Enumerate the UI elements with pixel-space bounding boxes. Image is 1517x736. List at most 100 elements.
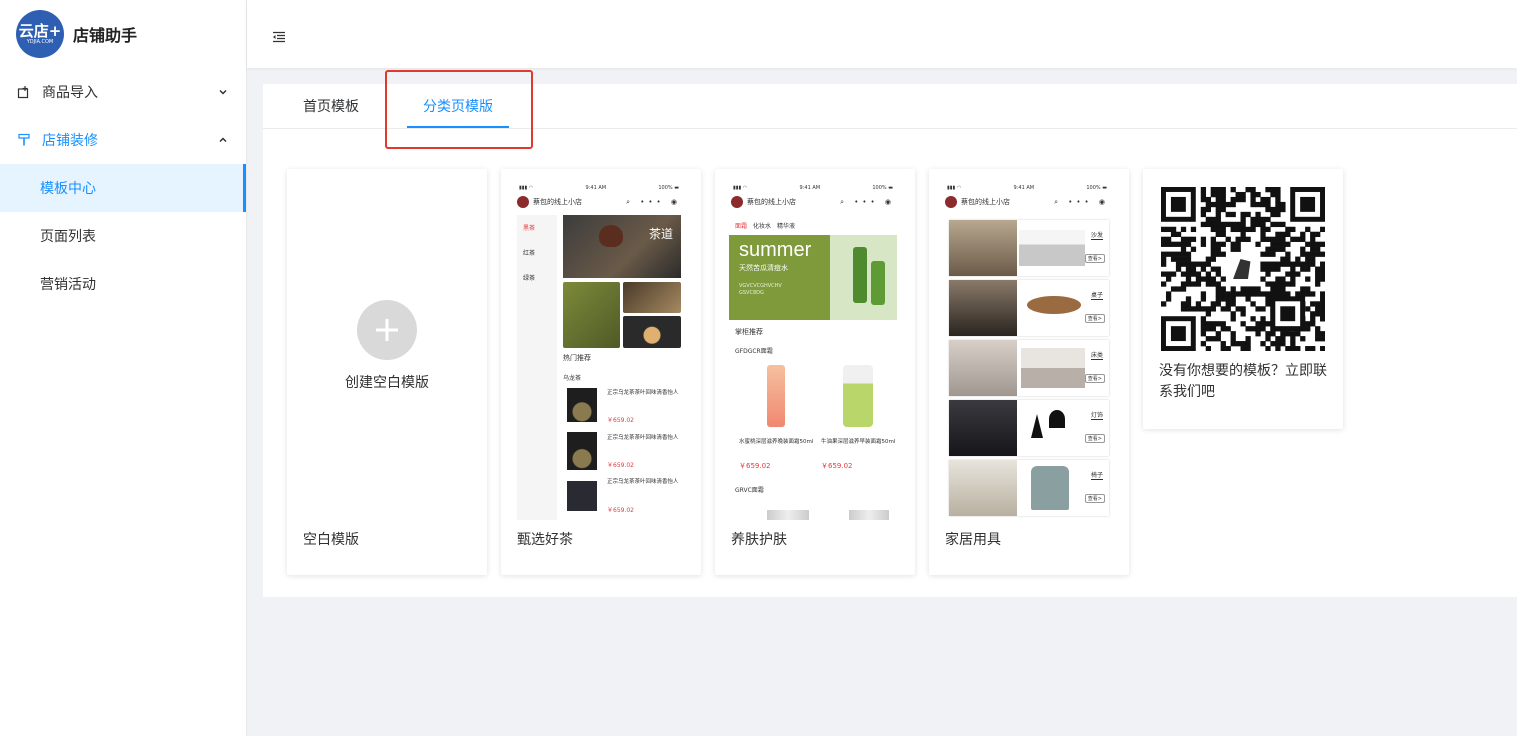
product-price: ￥659.02 bbox=[821, 462, 853, 470]
template-name: 空白模版 bbox=[303, 532, 359, 548]
template-tabs: 首页模板 分类页模版 bbox=[263, 84, 1517, 129]
sidebar-item-marketing[interactable]: 营销活动 bbox=[0, 260, 246, 308]
tea-banner: 茶道 bbox=[563, 215, 681, 278]
category-item: 红茶 bbox=[523, 250, 536, 257]
sidebar-item-template-center[interactable]: 模板中心 bbox=[0, 164, 246, 212]
shop-avatar bbox=[945, 196, 957, 208]
banner-subtitle: 天然苦瓜清痘水 bbox=[739, 264, 788, 272]
home-row: 沙发 查看> bbox=[949, 220, 1109, 276]
menu-store-decoration[interactable]: 店铺装修 bbox=[0, 116, 246, 164]
product-title: 水蜜桃深层滋养晚装面霜50ml bbox=[739, 439, 814, 445]
banner-text: 茶道 bbox=[648, 227, 673, 241]
row-label: 椅子 bbox=[1090, 472, 1103, 480]
row-label: 灯饰 bbox=[1090, 412, 1103, 420]
app-name: 店铺助手 bbox=[73, 26, 138, 45]
section-title: 掌柜推荐 bbox=[735, 328, 763, 336]
status-time: 9:41 AM bbox=[799, 185, 821, 191]
section-title: 热门推荐 bbox=[563, 354, 591, 362]
furniture-image bbox=[1027, 296, 1081, 314]
logo-sub: YDJIA.COM bbox=[26, 38, 54, 45]
chair-image bbox=[1031, 466, 1069, 510]
home-row: 椅子 查看> bbox=[949, 460, 1109, 516]
contact-card: 没有你想要的模板？立即联系我们吧 bbox=[1143, 169, 1343, 429]
shop-avatar bbox=[517, 196, 529, 208]
furniture-image bbox=[1019, 230, 1085, 266]
row-label: 桌子 bbox=[1090, 292, 1103, 300]
signal-icon: ▮▮▮ ◠ bbox=[947, 185, 962, 191]
product-image bbox=[567, 388, 597, 422]
tea-image bbox=[563, 282, 620, 348]
phone-header-icons: ⌕ ••• ◉ bbox=[840, 197, 895, 206]
view-button: 查看> bbox=[1084, 374, 1105, 383]
product-price: ￥659.02 bbox=[607, 417, 634, 424]
furniture-image bbox=[1021, 348, 1085, 388]
chevron-up-icon bbox=[218, 133, 228, 149]
phone-preview: ▮▮▮ ◠ 9:41 AM 100% ▬ 蔡包的线上小店 ⌕ ••• ◉ 面霜 … bbox=[729, 183, 897, 523]
bottle-image bbox=[853, 247, 867, 303]
battery-status: 100% ▬ bbox=[872, 185, 893, 191]
section-title: GFDGCR面霜 bbox=[735, 348, 773, 355]
signal-icon: ▮▮▮ ◠ bbox=[519, 185, 534, 191]
sidebar-item-page-list[interactable]: 页面列表 bbox=[0, 212, 246, 260]
tab-active-indicator bbox=[407, 126, 509, 128]
banner-code: GSVC8DG bbox=[739, 290, 764, 296]
bottle-image bbox=[871, 261, 885, 305]
category-sidebar: 黑茶 红茶 绿茶 bbox=[517, 215, 557, 520]
phone-header-icons: ⌕ ••• ◉ bbox=[626, 197, 681, 206]
home-row: 灯饰 查看> bbox=[949, 400, 1109, 456]
menu-fold-icon[interactable] bbox=[272, 28, 286, 47]
phone-preview: ▮▮▮ ◠ 9:41 AM 100% ▬ 蔡包的线上小店 ⌕ ••• ◉ 沙发 … bbox=[943, 183, 1111, 523]
lamp-image bbox=[1049, 410, 1065, 428]
product-image bbox=[849, 510, 889, 520]
row-label: 沙发 bbox=[1090, 232, 1103, 240]
battery-status: 100% ▬ bbox=[1086, 185, 1107, 191]
row-label: 床类 bbox=[1090, 352, 1103, 360]
status-time: 9:41 AM bbox=[585, 185, 607, 191]
status-bar: ▮▮▮ ◠ 9:41 AM 100% ▬ bbox=[729, 183, 897, 193]
product-price: ￥659.02 bbox=[607, 507, 634, 514]
logo-text: 云店+ bbox=[18, 21, 62, 40]
chevron-down-icon bbox=[218, 85, 228, 101]
view-button: 查看> bbox=[1084, 494, 1105, 503]
tab-category-template[interactable]: 分类页模版 bbox=[423, 84, 493, 129]
import-icon bbox=[16, 84, 32, 100]
logo-badge: 云店+ YDJIA.COM bbox=[16, 10, 64, 58]
template-card-blank[interactable]: 创建空白模版 空白模版 bbox=[287, 169, 487, 575]
menu-label: 商品导入 bbox=[42, 85, 98, 101]
menu-label: 店铺装修 bbox=[42, 133, 98, 149]
battery-text: 100% bbox=[1086, 185, 1101, 191]
banner-code: VGVCVCGHVCHV bbox=[739, 283, 782, 289]
battery-text: 100% bbox=[872, 185, 887, 191]
home-row: 床类 查看> bbox=[949, 340, 1109, 396]
phone-header-icons: ⌕ ••• ◉ bbox=[1054, 197, 1109, 206]
status-bar: ▮▮▮ ◠ 9:41 AM 100% ▬ bbox=[943, 183, 1111, 193]
plus-icon[interactable] bbox=[357, 300, 417, 360]
product-price: ￥659.02 bbox=[739, 462, 771, 470]
section-title: GRVC面霜 bbox=[735, 487, 764, 494]
phone-header: 蔡包的线上小店 ⌕ ••• ◉ bbox=[943, 193, 1111, 211]
template-name: 甄选好茶 bbox=[517, 532, 573, 548]
phone-header: 蔡包的线上小店 ⌕ ••• ◉ bbox=[515, 193, 683, 211]
create-blank-label: 创建空白模版 bbox=[345, 375, 429, 391]
view-button: 查看> bbox=[1084, 434, 1105, 443]
template-card-home[interactable]: ▮▮▮ ◠ 9:41 AM 100% ▬ 蔡包的线上小店 ⌕ ••• ◉ 沙发 … bbox=[929, 169, 1129, 575]
phone-header: 蔡包的线上小店 ⌕ ••• ◉ bbox=[729, 193, 897, 211]
top-bar bbox=[247, 0, 1517, 68]
tab-home-template[interactable]: 首页模板 bbox=[303, 84, 359, 129]
template-card-tea[interactable]: ▮▮▮ ◠ 9:41 AM 100% ▬ 蔡包的线上小店 ⌕ ••• ◉ 黑茶 … bbox=[501, 169, 701, 575]
product-image bbox=[567, 432, 597, 470]
room-image bbox=[949, 460, 1017, 516]
qr-code[interactable] bbox=[1161, 187, 1325, 351]
tab-item: 化妆水 bbox=[753, 223, 772, 230]
product-image bbox=[767, 510, 809, 520]
product-image bbox=[767, 365, 785, 427]
banner-title: summer bbox=[739, 239, 812, 261]
menu-product-import[interactable]: 商品导入 bbox=[0, 68, 246, 116]
template-card-skincare[interactable]: ▮▮▮ ◠ 9:41 AM 100% ▬ 蔡包的线上小店 ⌕ ••• ◉ 面霜 … bbox=[715, 169, 915, 575]
contact-text: 没有你想要的模板？立即联系我们吧 bbox=[1159, 363, 1327, 400]
product-title: 正宗乌龙茶茶叶回味清香怡人 bbox=[607, 479, 679, 485]
teapot-image bbox=[599, 225, 623, 247]
lamp-image bbox=[1031, 414, 1043, 438]
product-title: 正宗乌龙茶茶叶回味清香怡人 bbox=[607, 390, 679, 396]
shop-name: 蔡包的线上小店 bbox=[533, 198, 582, 206]
